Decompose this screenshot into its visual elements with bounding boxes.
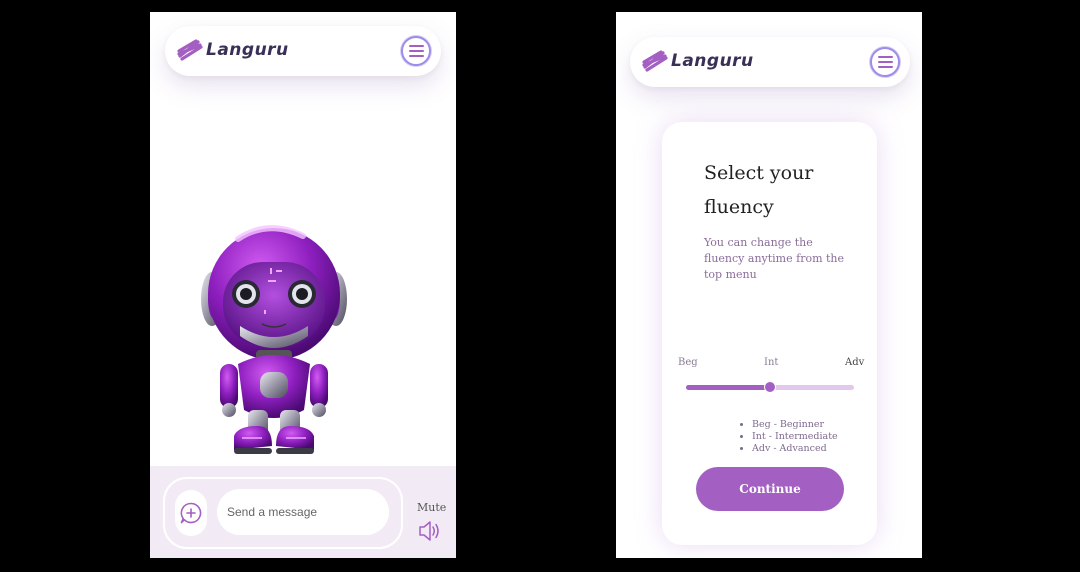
fluency-title: Select your fluency xyxy=(704,162,814,218)
fluency-legend: Beg - Beginner Int - Intermediate Adv - … xyxy=(738,419,838,455)
header: Languru xyxy=(630,37,910,87)
menu-icon-bar xyxy=(877,56,893,58)
legend-item: Int - Intermediate xyxy=(752,431,838,443)
fluency-slider-fill xyxy=(686,385,770,390)
mute-label: Mute xyxy=(417,501,447,514)
add-chat-icon xyxy=(180,502,202,524)
fluency-subtitle: You can change the fluency anytime from … xyxy=(704,236,845,281)
logo-text: Languru xyxy=(671,51,754,71)
speaker-icon[interactable] xyxy=(417,518,443,544)
menu-icon-bar xyxy=(877,61,893,63)
fluency-card: Select your fluency You can change the f… xyxy=(662,122,877,545)
chat-screen: Languru Send a message Mute xyxy=(150,12,456,558)
chat-bar: Mute xyxy=(150,466,456,558)
menu-icon-bar xyxy=(408,45,424,47)
header: Languru xyxy=(165,26,441,76)
fluency-screen: Languru Select your fluency You can chan… xyxy=(616,12,922,558)
menu-icon-bar xyxy=(877,66,893,68)
logo-brush-icon xyxy=(642,50,668,72)
robot-mascot-image xyxy=(201,225,347,454)
fluency-slider-thumb[interactable] xyxy=(764,381,776,393)
menu-icon-bar xyxy=(408,50,424,52)
add-attachment-button[interactable] xyxy=(175,490,207,536)
continue-button[interactable]: Continue xyxy=(696,467,844,511)
menu-icon-bar xyxy=(408,55,424,57)
fluency-slider[interactable] xyxy=(686,381,854,393)
legend-item: Beg - Beginner xyxy=(752,419,838,431)
level-label-adv: Adv xyxy=(845,357,865,368)
logo[interactable]: Languru xyxy=(642,49,754,73)
message-input[interactable] xyxy=(217,489,389,535)
logo[interactable]: Languru xyxy=(177,38,289,62)
level-label-beg: Beg xyxy=(678,357,698,368)
menu-button[interactable] xyxy=(401,36,431,66)
logo-brush-icon xyxy=(177,39,203,61)
menu-button[interactable] xyxy=(870,47,900,77)
logo-text: Languru xyxy=(206,40,289,60)
legend-item: Adv - Advanced xyxy=(752,443,838,455)
level-label-int: Int xyxy=(764,357,779,368)
